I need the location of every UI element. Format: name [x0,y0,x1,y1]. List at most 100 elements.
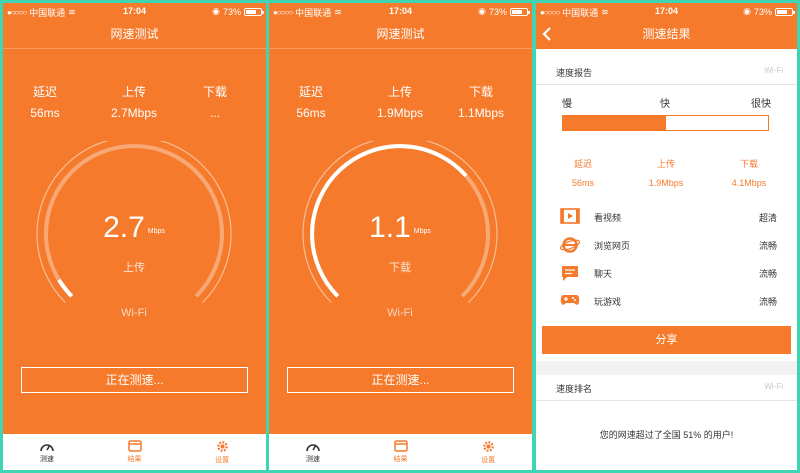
gamepad-icon [560,295,580,305]
activity-name: 聊天 [594,269,613,279]
status-bar: ●○○○○ 中国联通 ≋ 17:04 ◉ 73% [269,3,532,19]
scale-fast: 快 [660,99,670,110]
share-button[interactable]: 分享 [542,326,791,354]
speed-test-download-screen: ●○○○○ 中国联通 ≋ 17:04 ◉ 73% 网速测试 延迟 56ms 上传 1.9M… [269,3,532,470]
nav-title: 网速测试 [3,19,266,49]
video-icon [560,208,580,224]
activity-quality: 超清 [758,213,777,223]
tab-label: 测速 [305,456,320,463]
network-type: Wi-Fi [764,66,783,75]
activity-name: 看视频 [594,213,622,223]
speed-stats: 延迟 56ms 上传 2.7Mbps 下载... [3,83,266,123]
upload-value: 2.7Mbps [110,106,158,120]
activity-quality: 流畅 [758,297,777,307]
lock-rotation-icon: ◉ [743,6,751,16]
network-type: Wi-Fi [764,382,783,391]
tab-label: 设置 [215,456,230,464]
window-icon [127,440,142,452]
activity-row: 看视频 超清 [560,206,777,228]
speedometer-icon [306,444,320,452]
browser-icon [560,237,580,253]
gauge-unit: Mbps [413,228,431,235]
status-bar: ●○○○○ 中国联通 ≋ 17:04 ◉ 73% [3,3,266,19]
speed-level-bar [562,115,769,131]
activity-name: 玩游戏 [594,297,622,307]
section-title: 速度排名 [556,384,593,394]
tab-speedtest[interactable]: 测速 [269,434,357,470]
activity-row: 玩游戏 流畅 [560,290,777,312]
latency-label: 延迟 [573,159,592,169]
tab-speedtest[interactable]: 测速 [3,434,91,470]
upload-label: 上传 [121,85,146,99]
tab-results[interactable]: 结果 [357,434,445,470]
activity-row: 浏览网页 流畅 [560,234,777,256]
network-type: Wi-Fi [121,307,147,319]
upload-value: 1.9Mbps [648,178,684,188]
section-divider [536,361,797,375]
gauge-mode: 上传 [123,262,145,274]
speed-result-screen: ●○○○○ 中国联通 ≋ 17:04 ◉ 73% 测速结果 速度报告 Wi-Fi 慢 … [536,3,797,470]
chat-icon [562,266,578,281]
download-label: 下载 [739,159,758,169]
nav-title: 测速结果 [642,27,691,41]
download-label: 下载 [468,85,493,99]
speed-report-header: 速度报告 Wi-Fi [536,59,797,85]
speed-gauge: 2.7 Mbps 上传 Wi-Fi [34,136,234,326]
gauge-mode: 下载 [389,262,411,274]
speed-rank-header: 速度排名 Wi-Fi [536,375,797,401]
speed-scale: 慢 快 很快 [562,95,771,110]
upload-label: 上传 [656,159,675,169]
download-value: ... [209,106,220,120]
status-bar: ●○○○○ 中国联通 ≋ 17:04 ◉ 73% [536,3,797,19]
result-stats: 延迟 56ms 上传 1.9Mbps 下载 4.1Mbps [536,157,797,191]
activity-row: 聊天 流畅 [560,262,777,284]
latency-value: 56ms [30,106,60,120]
download-label: 下载 [202,85,227,99]
upload-label: 上传 [387,85,412,99]
upload-value: 1.9Mbps [376,106,424,120]
speed-stats: 延迟 56ms 上传 1.9Mbps 下载 1.1Mbps [269,83,532,123]
tab-settings[interactable]: 设置 [444,434,532,470]
activity-name: 浏览网页 [594,241,631,251]
battery-percent: 73% [753,6,772,17]
tab-label: 结果 [393,456,408,463]
testing-button[interactable]: 正在测速... [21,367,248,393]
speed-level-fill [563,116,666,130]
speed-gauge: 1.1 Mbps 下载 Wi-Fi [300,136,500,326]
latency-label: 延迟 [32,85,57,99]
rank-summary: 您的网速超过了全国 51% 的用户! [599,430,734,440]
testing-button[interactable]: 正在测速... [287,367,514,393]
window-icon [393,440,408,452]
tab-bar: 测速 结果 设置 [269,434,532,470]
latency-value: 56ms [296,106,326,120]
lock-rotation-icon: ◉ [212,6,220,16]
scale-slow: 慢 [562,99,572,110]
tab-settings[interactable]: 设置 [178,434,266,470]
gauge-speed-value: 2.7 [103,211,145,244]
gauge-speed-value: 1.1 [369,211,411,244]
nav-title: 网速测试 [269,19,532,49]
latency-label: 延迟 [298,85,323,99]
activity-quality: 流畅 [758,269,777,279]
section-title: 速度报告 [556,68,593,78]
tab-label: 结果 [127,456,142,463]
scale-very-fast: 很快 [751,99,771,110]
battery-percent: 73% [488,6,507,17]
nav-header: 测速结果 [536,19,797,49]
speed-test-upload-screen: ●○○○○ 中国联通 ≋ 17:04 ◉ 73% 网速测试 延迟 56ms 上传 2.7M… [3,3,266,470]
tab-label: 测速 [39,456,54,463]
tab-results[interactable]: 结果 [91,434,179,470]
battery-icon [775,7,795,16]
download-value: 4.1Mbps [731,178,767,188]
download-value: 1.1Mbps [457,106,505,120]
tab-label: 设置 [481,456,496,464]
activity-quality: 流畅 [758,241,777,251]
battery-percent: 73% [222,6,241,17]
back-arrow-icon[interactable] [542,26,552,42]
tab-bar: 测速 结果 设置 [3,434,266,470]
battery-icon [244,7,264,16]
battery-icon [510,7,530,16]
gauge-unit: Mbps [147,228,165,235]
speedometer-icon [40,444,54,452]
latency-value: 56ms [571,178,594,188]
